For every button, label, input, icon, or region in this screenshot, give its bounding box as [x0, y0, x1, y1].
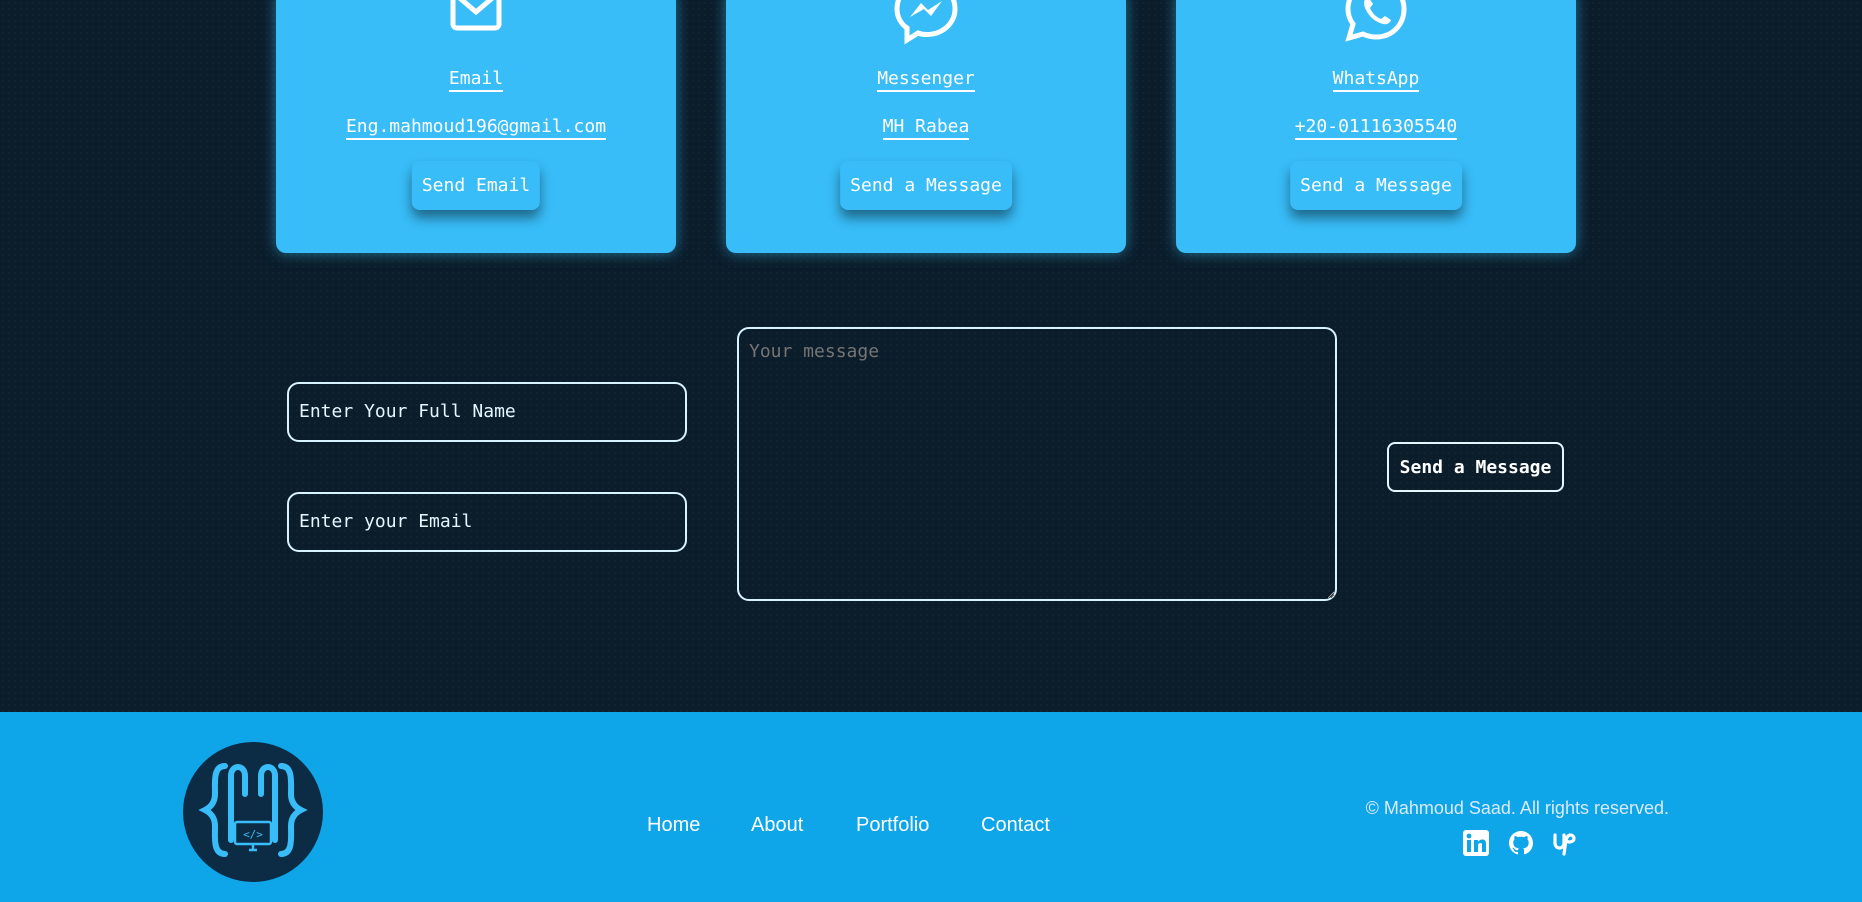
messenger-card: Messenger MH Rabea Send a Message: [726, 0, 1126, 253]
footer-nav-about[interactable]: About: [751, 814, 803, 837]
messenger-icon: [894, 0, 958, 45]
email-card: Email Eng.mahmoud196@gmail.com Send Emai…: [276, 0, 676, 253]
whatsapp-icon: [1345, 0, 1407, 42]
logo-icon[interactable]: </>: [183, 742, 323, 882]
footer: </> Home About Portfolio Contact © Mahmo…: [0, 712, 1862, 902]
envelope-icon: [450, 0, 502, 31]
upwork-icon[interactable]: [1553, 830, 1579, 856]
card-title[interactable]: Email: [448, 68, 504, 92]
linkedin-icon[interactable]: [1463, 830, 1489, 856]
whatsapp-card: WhatsApp +20-01116305540 Send a Message: [1176, 0, 1576, 253]
card-value[interactable]: Eng.mahmoud196@gmail.com: [345, 116, 607, 140]
send-messenger-button[interactable]: Send a Message: [840, 161, 1012, 210]
github-icon[interactable]: [1508, 830, 1534, 856]
logo-mark: </>: [198, 763, 308, 857]
email-input[interactable]: Enter your Email: [287, 492, 687, 552]
message-textarea[interactable]: [737, 327, 1337, 601]
card-title[interactable]: WhatsApp: [1332, 68, 1420, 92]
name-input[interactable]: Enter Your Full Name: [287, 382, 687, 442]
footer-nav-portfolio[interactable]: Portfolio: [856, 814, 929, 837]
footer-nav-contact[interactable]: Contact: [981, 814, 1050, 837]
name-placeholder: Enter Your Full Name: [299, 401, 516, 422]
card-value[interactable]: MH Rabea: [882, 116, 970, 140]
copyright-text: © Mahmoud Saad. All rights reserved.: [1365, 798, 1669, 818]
send-whatsapp-button[interactable]: Send a Message: [1290, 161, 1462, 210]
svg-text:</>: </>: [243, 828, 263, 841]
send-email-button[interactable]: Send Email: [411, 161, 541, 210]
send-message-button[interactable]: Send a Message: [1387, 442, 1564, 492]
email-placeholder: Enter your Email: [299, 511, 473, 532]
footer-nav-home[interactable]: Home: [647, 814, 700, 837]
card-title[interactable]: Messenger: [877, 68, 975, 92]
card-value[interactable]: +20-01116305540: [1294, 116, 1458, 140]
